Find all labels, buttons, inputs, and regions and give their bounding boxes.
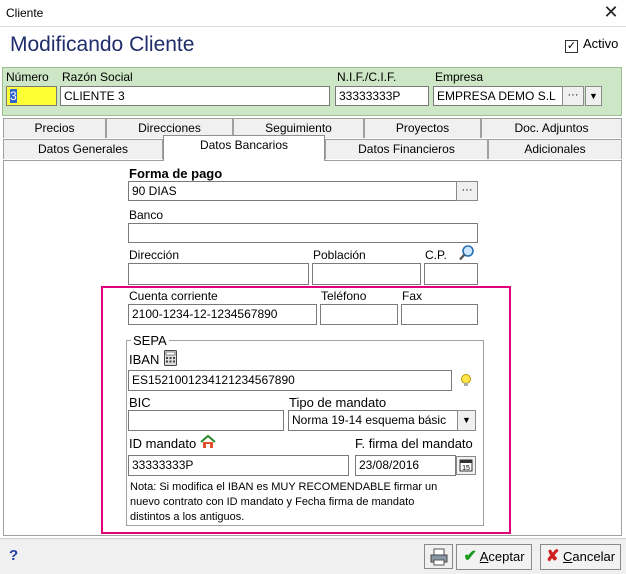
tab-datos-bancarios[interactable]: Datos Bancarios: [163, 135, 325, 161]
check-icon: ✔: [463, 548, 477, 565]
dialog-footer: [0, 538, 626, 574]
aceptar-label: Aceptar: [479, 549, 525, 564]
numero-value: 3: [10, 89, 17, 103]
banco-field[interactable]: [128, 223, 478, 243]
cancelar-button[interactable]: ✘ Cancelar: [540, 544, 621, 570]
calculator-icon[interactable]: [164, 350, 177, 369]
empresa-field[interactable]: EMPRESA DEMO S.L: [433, 86, 563, 106]
activo-label: Activo: [583, 36, 619, 51]
id-mandato-field[interactable]: 33333333P: [128, 455, 349, 476]
direccion-label: Dirección: [129, 248, 180, 262]
generate-id-icon[interactable]: [199, 434, 217, 453]
chevron-down-icon[interactable]: ▼: [457, 410, 476, 431]
cp-field[interactable]: [424, 263, 478, 285]
id-mandato-label: ID mandato: [129, 436, 197, 451]
poblacion-label: Población: [313, 248, 366, 262]
numero-field[interactable]: 3: [6, 86, 57, 106]
tab-doc-adjuntos[interactable]: Doc. Adjuntos: [481, 118, 622, 138]
poblacion-field[interactable]: [312, 263, 421, 285]
print-button[interactable]: [424, 544, 453, 569]
cuenta-field[interactable]: 2100-1234-12-1234567890: [128, 304, 317, 325]
iban-label: IBAN: [129, 352, 160, 367]
sepa-legend: SEPA: [131, 333, 169, 348]
tab-proyectos[interactable]: Proyectos: [364, 118, 481, 138]
numero-label: Número: [6, 70, 49, 84]
cp-label: C.P.: [425, 248, 447, 262]
cancelar-label: Cancelar: [563, 549, 616, 564]
fax-label: Fax: [402, 289, 423, 303]
svg-text:15: 15: [462, 465, 470, 472]
bic-field[interactable]: [128, 410, 284, 431]
sepa-note-line: Nota: Si modifica el IBAN es MUY RECOMEN…: [130, 481, 438, 493]
cancel-x-icon: ✘: [545, 548, 560, 565]
tab-adicionales[interactable]: Adicionales: [488, 139, 622, 159]
checkbox-checked-icon[interactable]: ✓: [565, 40, 578, 53]
tipo-mandato-label: Tipo de mandato: [289, 395, 387, 410]
sepa-note: Nota: Si modifica el IBAN es MUY RECOMEN…: [130, 480, 480, 525]
forma-pago-label: Forma de pago: [129, 166, 223, 181]
tab-datos-generales[interactable]: Datos Generales: [3, 139, 163, 159]
bic-label: BIC: [129, 395, 151, 410]
tab-precios[interactable]: Precios: [3, 118, 106, 138]
fax-field[interactable]: [401, 304, 478, 325]
nif-field[interactable]: 33333333P: [335, 86, 429, 106]
window-title: Cliente: [6, 6, 44, 20]
sepa-note-line: nuevo contrato con ID mandato y Fecha fi…: [130, 496, 415, 508]
nif-label: N.I.F./C.I.F.: [337, 70, 397, 84]
empresa-label: Empresa: [435, 70, 484, 84]
magnifier-icon[interactable]: [458, 244, 476, 265]
empresa-lookup-button[interactable]: ···: [562, 86, 584, 106]
telefono-field[interactable]: [320, 304, 398, 325]
iban-field[interactable]: ES1521001234121234567890: [128, 370, 452, 391]
cuenta-label: Cuenta corriente: [129, 289, 218, 303]
activo-checkbox[interactable]: ✓ Activo: [565, 36, 618, 53]
aceptar-button[interactable]: ✔ Aceptar: [456, 544, 532, 570]
window-titlebar: Cliente ✕: [0, 0, 626, 27]
tipo-mandato-select[interactable]: Norma 19-14 esquema básic: [288, 410, 458, 431]
sepa-note-line: distintos a los antiguos.: [130, 511, 245, 523]
lightbulb-icon[interactable]: [459, 373, 473, 392]
direccion-field[interactable]: [128, 263, 309, 285]
razon-social-label: Razón Social: [62, 70, 133, 84]
fecha-firma-label: F. firma del mandato: [355, 436, 473, 451]
page-title: Modificando Cliente: [10, 33, 195, 56]
fecha-firma-field[interactable]: 23/08/2016: [355, 455, 456, 476]
help-icon[interactable]: ?: [9, 547, 18, 564]
printer-icon: [429, 548, 449, 570]
razon-social-field[interactable]: CLIENTE 3: [60, 86, 330, 106]
chevron-down-icon[interactable]: ▼: [585, 86, 602, 106]
banco-label: Banco: [129, 208, 164, 222]
tab-datos-financieros[interactable]: Datos Financieros: [325, 139, 488, 159]
calendar-icon[interactable]: 15: [456, 456, 476, 478]
forma-pago-field[interactable]: 90 DIAS: [128, 181, 458, 201]
close-icon[interactable]: ✕: [600, 2, 622, 22]
telefono-label: Teléfono: [321, 289, 367, 303]
forma-pago-lookup-button[interactable]: ···: [456, 181, 478, 201]
